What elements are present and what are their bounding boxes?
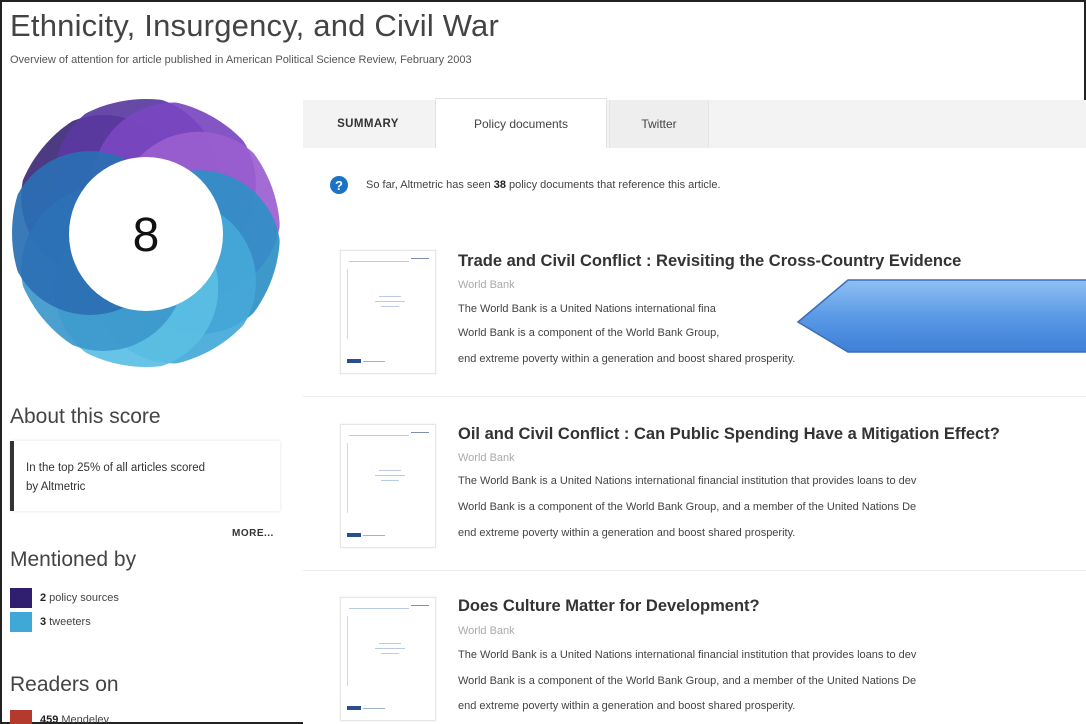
document-description-line: World Bank is a component of the World B… bbox=[458, 327, 720, 339]
callout-arrow-overlay bbox=[796, 279, 1086, 353]
more-link[interactable]: MORE... bbox=[232, 528, 274, 539]
score-value: 8 bbox=[133, 209, 160, 262]
tab-bar: SUMMARY Policy documents Twitter bbox=[303, 98, 1086, 148]
document-title[interactable]: Oil and Civil Conflict : Can Public Spen… bbox=[458, 425, 1000, 444]
document-thumbnail[interactable] bbox=[340, 250, 436, 374]
tweeters-count: 3 bbox=[40, 616, 47, 628]
document-title[interactable]: Trade and Civil Conflict : Revisiting th… bbox=[458, 252, 961, 271]
document-thumbnail[interactable] bbox=[340, 424, 436, 548]
readers-item-mendeley[interactable]: 459 Mendeley bbox=[10, 710, 109, 724]
document-description-line: The World Bank is a United Nations inter… bbox=[458, 649, 917, 661]
document-description-line: World Bank is a component of the World B… bbox=[458, 675, 917, 687]
help-icon[interactable]: ? bbox=[330, 176, 348, 194]
page-subtitle: Overview of attention for article publis… bbox=[10, 54, 472, 66]
readers-heading: Readers on bbox=[10, 673, 119, 696]
policy-count: 2 bbox=[40, 592, 47, 604]
document-divider bbox=[303, 396, 1086, 397]
document-description-line: end extreme poverty within a generation … bbox=[458, 700, 796, 712]
info-prefix: So far, Altmetric has seen bbox=[366, 179, 491, 191]
altmetric-donut[interactable]: 8 bbox=[10, 98, 282, 368]
mentioned-item-tweeters[interactable]: 3 tweeters bbox=[10, 612, 91, 632]
document-divider bbox=[303, 570, 1086, 571]
mendeley-count: 459 bbox=[40, 714, 59, 724]
document-source: World Bank bbox=[458, 452, 515, 464]
mentioned-item-policy[interactable]: 2 policy sources bbox=[10, 588, 119, 608]
document-title[interactable]: Does Culture Matter for Development? bbox=[458, 597, 760, 616]
mendeley-swatch bbox=[10, 710, 32, 724]
document-description-line: end extreme poverty within a generation … bbox=[458, 353, 796, 365]
about-score-text-line2: by Altmetric bbox=[26, 481, 86, 493]
donut-graphic: 8 bbox=[12, 99, 280, 367]
info-suffix: policy documents that reference this art… bbox=[508, 179, 721, 191]
policy-swatch bbox=[10, 588, 32, 608]
tweeters-label: tweeters bbox=[49, 616, 91, 628]
about-score-text-line1: In the top 25% of all articles scored bbox=[26, 462, 205, 474]
tweeters-swatch bbox=[10, 612, 32, 632]
about-score-box: In the top 25% of all articles scored by… bbox=[10, 441, 280, 511]
about-score-heading: About this score bbox=[10, 405, 161, 428]
tab-summary[interactable]: SUMMARY bbox=[303, 100, 433, 148]
mendeley-label: Mendeley bbox=[61, 714, 110, 724]
tab-twitter[interactable]: Twitter bbox=[609, 100, 709, 148]
document-description-line: end extreme poverty within a generation … bbox=[458, 527, 796, 539]
tab-policy-documents[interactable]: Policy documents bbox=[435, 98, 607, 148]
page-title: Ethnicity, Insurgency, and Civil War bbox=[10, 8, 500, 43]
document-thumbnail[interactable] bbox=[340, 597, 436, 721]
document-source: World Bank bbox=[458, 625, 515, 637]
policy-label: policy sources bbox=[49, 592, 119, 604]
document-source: World Bank bbox=[458, 279, 515, 291]
info-count: 38 bbox=[493, 179, 506, 191]
mentioned-by-heading: Mentioned by bbox=[10, 548, 137, 571]
document-description-line: The World Bank is a United Nations inter… bbox=[458, 303, 716, 315]
document-description-line: The World Bank is a United Nations inter… bbox=[458, 475, 917, 487]
info-message: ? So far, Altmetric has seen 38 policy d… bbox=[330, 176, 721, 194]
document-description-line: World Bank is a component of the World B… bbox=[458, 501, 917, 513]
